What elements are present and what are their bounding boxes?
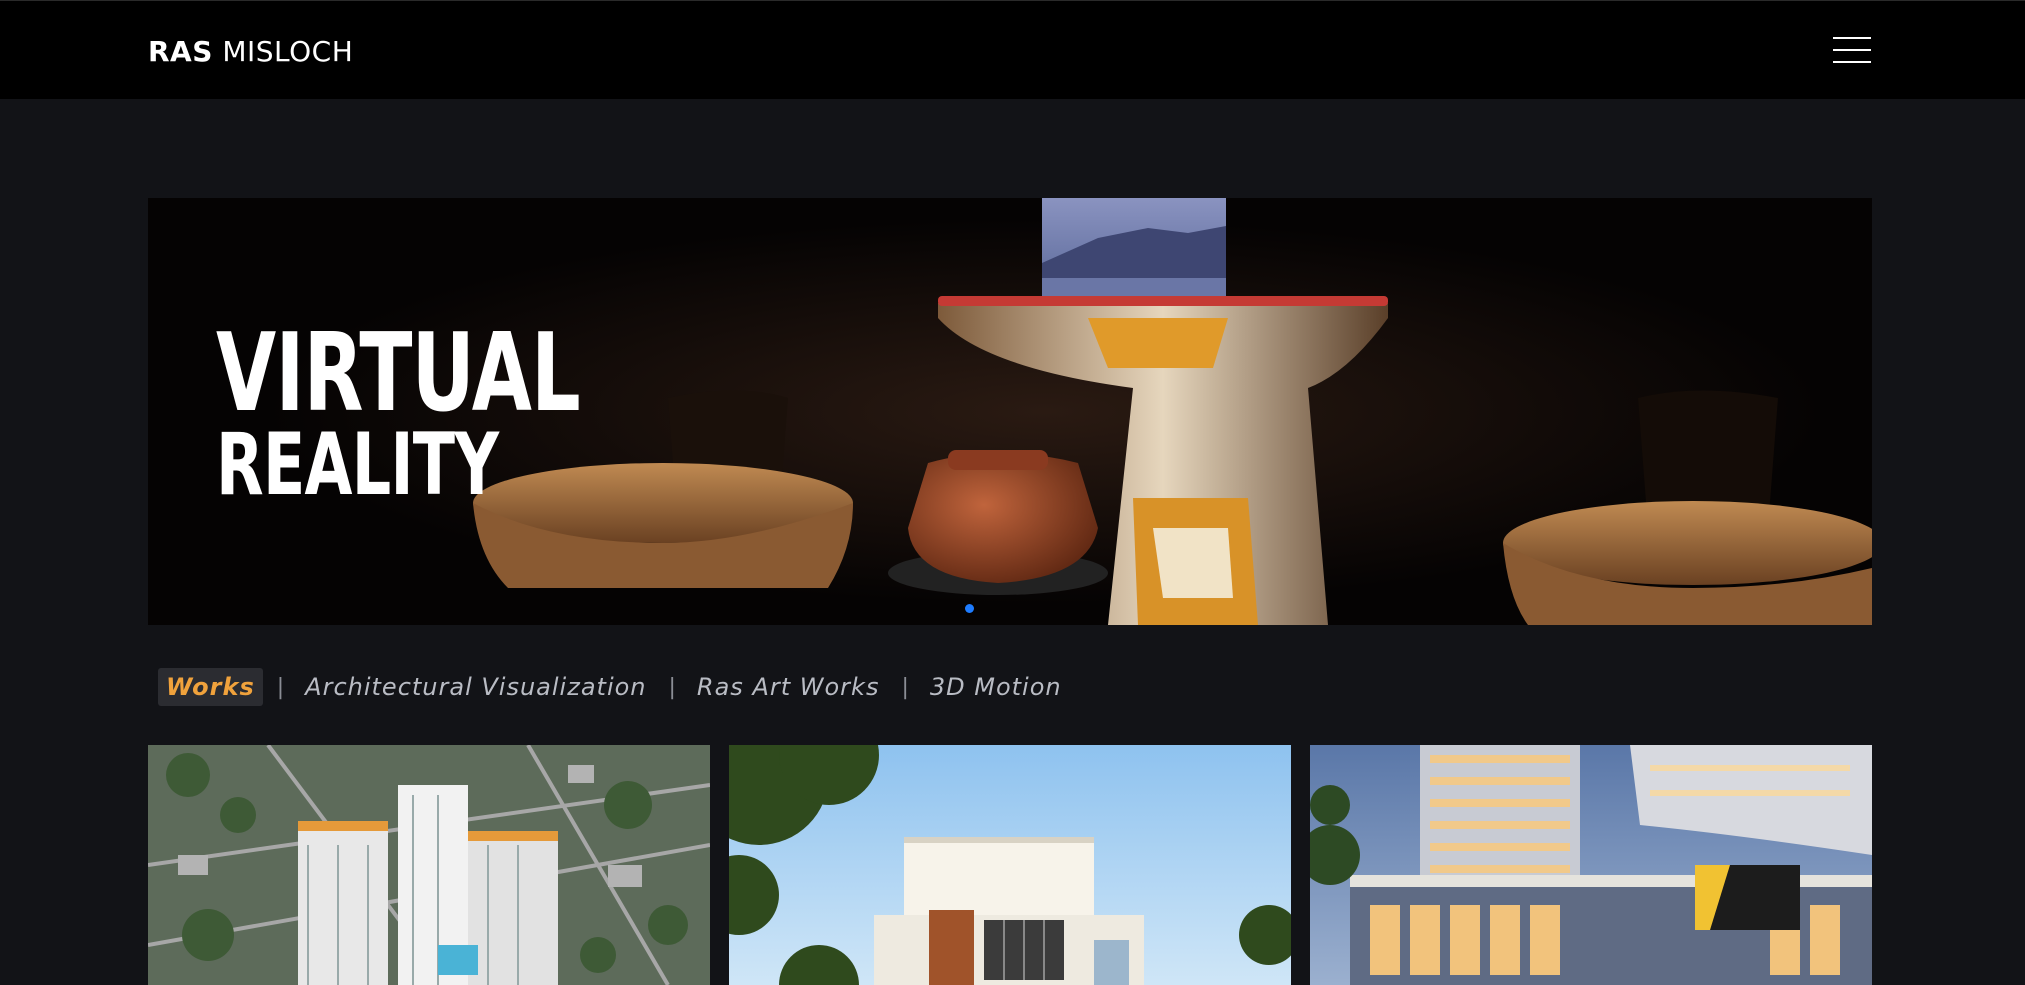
- tab-separator: |: [668, 674, 677, 700]
- aerial-towers-image: [148, 745, 710, 985]
- hero-title-line1: VIRTUAL: [216, 311, 581, 436]
- slider-dot[interactable]: [965, 604, 974, 613]
- tab-architectural-visualization[interactable]: Architectural Visualization: [297, 668, 654, 706]
- tab-3d-motion[interactable]: 3D Motion: [922, 668, 1070, 706]
- tab-separator: |: [276, 674, 286, 700]
- gallery-card-mall-tower[interactable]: [1310, 745, 1872, 985]
- brand-name-light: MISLOCH: [222, 35, 354, 68]
- top-nav-bar: RAS MISLOCH: [0, 0, 2025, 99]
- brand-name-bold: RAS: [148, 35, 213, 68]
- mall-tower-image: [1310, 745, 1872, 985]
- brand-logo[interactable]: RAS MISLOCH: [148, 35, 353, 68]
- menu-line: [1833, 37, 1871, 39]
- hero-slider: VIRTUAL REALITY: [148, 198, 1872, 625]
- tab-works[interactable]: Works: [158, 668, 263, 706]
- tab-separator: |: [901, 674, 910, 700]
- category-tabs: Works | Architectural Visualization | Ra…: [158, 667, 1070, 707]
- gallery-card-modern-house[interactable]: [729, 745, 1291, 985]
- hamburger-menu-icon[interactable]: [1833, 35, 1873, 65]
- hero-title: VIRTUAL REALITY: [216, 311, 581, 509]
- menu-line: [1833, 49, 1871, 51]
- tab-ras-art-works[interactable]: Ras Art Works: [689, 668, 888, 706]
- modern-house-image: [729, 745, 1291, 985]
- gallery-card-aerial-towers[interactable]: [148, 745, 710, 985]
- menu-line: [1833, 61, 1871, 63]
